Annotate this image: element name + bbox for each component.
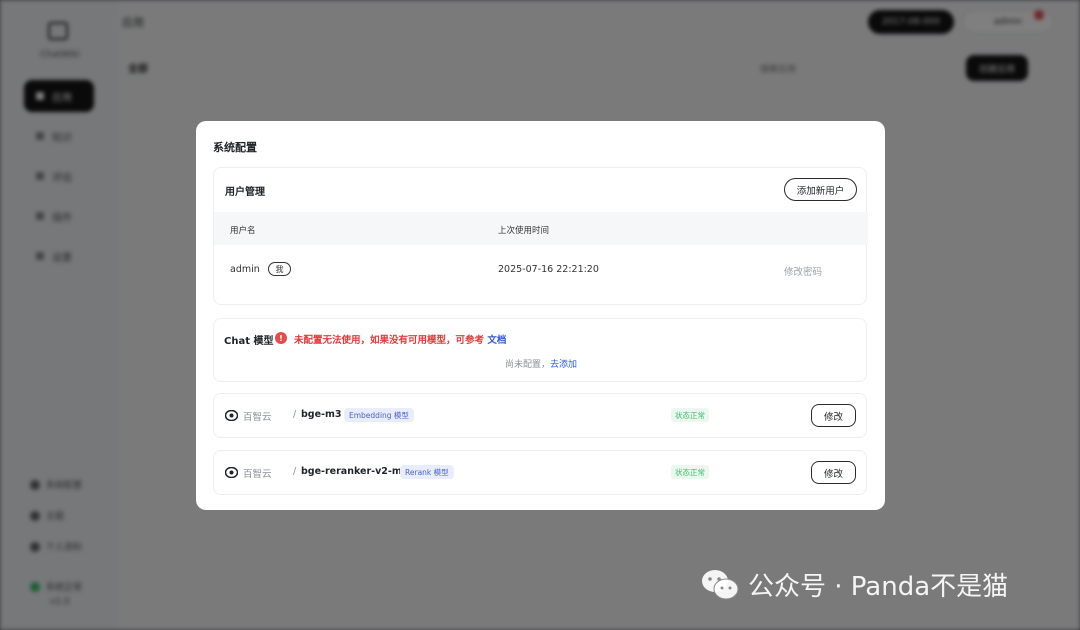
chat-model-title: Chat 模型 (224, 336, 274, 347)
model-provider: 百智云 (243, 469, 272, 480)
model-type-tag: Rerank 模型 (400, 465, 454, 479)
model-card-embedding: 百智云 / bge-m3 Embedding 模型 状态正常 修改 (213, 393, 867, 438)
username-cell: admin (230, 264, 260, 275)
user-management-title: 用户管理 (225, 187, 265, 198)
chat-model-warning: 未配置无法使用，如果没有可用模型，可参考 文档 (294, 335, 507, 346)
wechat-icon (702, 569, 739, 599)
model-separator: / (293, 409, 297, 420)
users-table-header: 用户名 上次使用时间 (214, 212, 868, 245)
doc-link[interactable]: 文档 (487, 335, 506, 346)
eye-icon (225, 467, 238, 478)
chat-model-card: Chat 模型 ! 未配置无法使用，如果没有可用模型，可参考 文档 尚未配置，去… (213, 318, 867, 382)
column-header-username: 用户名 (230, 226, 256, 236)
last-used-cell: 2025-07-16 22:21:20 (498, 264, 599, 275)
eye-icon (225, 410, 238, 421)
model-name: bge-m3 (301, 409, 342, 420)
edit-model-button[interactable]: 修改 (811, 404, 856, 427)
user-management-card: 用户管理 添加新用户 用户名 上次使用时间 admin 我 2025-07-16… (213, 167, 868, 305)
model-card-rerank: 百智云 / bge-reranker-v2-m3 Rerank 模型 状态正常 … (213, 450, 867, 495)
column-header-last-used: 上次使用时间 (498, 226, 550, 236)
model-separator: / (293, 466, 297, 477)
model-provider: 百智云 (243, 412, 272, 423)
model-status-badge: 状态正常 (671, 408, 709, 422)
warning-icon: ! (275, 332, 287, 344)
model-status-badge: 状态正常 (671, 465, 709, 479)
me-badge: 我 (268, 262, 291, 276)
table-row: admin 我 2025-07-16 22:21:20 修改密码 (214, 250, 868, 290)
change-password-link[interactable]: 修改密码 (784, 264, 822, 278)
not-configured-text: 尚未配置，去添加 (504, 360, 578, 370)
edit-model-button[interactable]: 修改 (811, 461, 856, 484)
watermark-text: 公众号 · Panda不是猫 (748, 572, 1009, 602)
model-type-tag: Embedding 模型 (344, 408, 414, 422)
watermark: 公众号 · Panda不是猫 (700, 566, 1008, 603)
go-add-link[interactable]: 去添加 (550, 360, 577, 370)
add-user-button[interactable]: 添加新用户 (784, 178, 857, 201)
system-config-modal: 系统配置 用户管理 添加新用户 用户名 上次使用时间 admin 我 2025-… (196, 121, 885, 510)
modal-title: 系统配置 (213, 141, 257, 154)
model-name: bge-reranker-v2-m3 (301, 466, 409, 477)
